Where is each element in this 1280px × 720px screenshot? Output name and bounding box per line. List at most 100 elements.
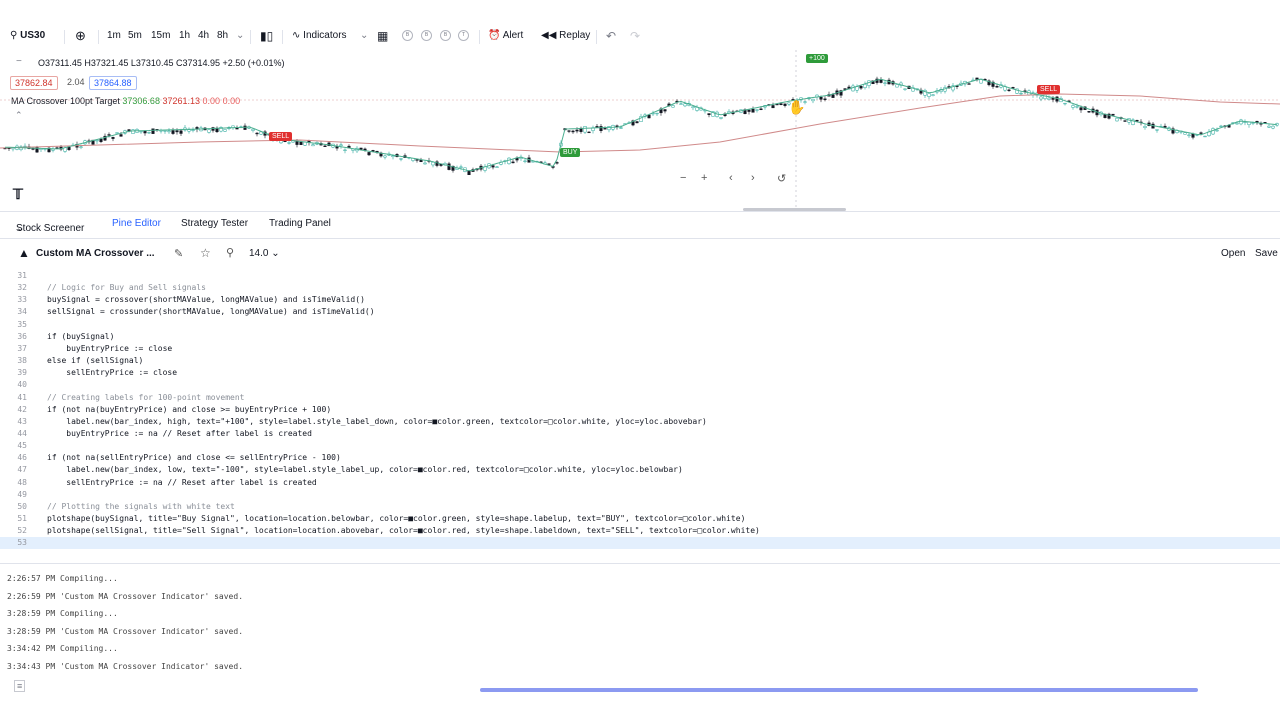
code-editor[interactable]: 31 32 // Logic for Buy and Sell signals 33 b… <box>0 266 1280 556</box>
candle-body <box>1267 125 1271 128</box>
console-toggle-icon[interactable]: ≡ <box>14 680 26 692</box>
code-line[interactable]: 37 buyEntryPrice := close <box>0 343 1280 355</box>
interval-1m[interactable]: 1m <box>107 24 121 48</box>
layout-grid-icon[interactable]: ▦ <box>377 24 388 48</box>
search-icon: ⚲ <box>10 30 18 41</box>
line-number: 53 <box>17 538 27 548</box>
code-line[interactable]: 36 if (buySignal) <box>0 331 1280 343</box>
candle-body <box>371 150 375 152</box>
line-number: 34 <box>17 307 27 317</box>
price-chart[interactable]: − O37311.45 H37321.45 L37310.45 C37314.9… <box>0 50 1280 210</box>
candle-body <box>1219 125 1223 128</box>
code-line[interactable]: 51 plotshape(buySignal, title="Buy Signal… <box>0 513 1280 525</box>
code-line[interactable]: 47 label.new(bar_index, low, text="-100"… <box>0 464 1280 476</box>
code-line[interactable]: 43 label.new(bar_index, high, text="+100… <box>0 416 1280 428</box>
interval-8h[interactable]: 8h <box>217 24 228 48</box>
candle-body <box>179 130 183 134</box>
candle-body <box>707 113 711 115</box>
candle-body <box>927 93 931 97</box>
line-number: 39 <box>17 368 27 378</box>
code-line[interactable]: 35 <box>0 319 1280 331</box>
code-line[interactable]: 50 // Plotting the signals with white tex… <box>0 501 1280 513</box>
line-number: 33 <box>17 295 27 305</box>
code-text: // Plotting the signals with white text <box>47 501 235 511</box>
template-badge[interactable]: T <box>458 24 469 48</box>
symbol-search[interactable]: ⚲ US30 <box>10 24 45 48</box>
sell-signal-label: SELL <box>269 132 293 141</box>
candle-body <box>883 82 887 84</box>
candle-body <box>419 159 423 163</box>
candle-body <box>423 162 427 165</box>
code-line[interactable]: 42 if (not na(buyEntryPrice) and close >=… <box>0 404 1280 416</box>
code-line[interactable]: 31 <box>0 270 1280 282</box>
add-symbol-icon[interactable]: ⊕ <box>75 24 86 48</box>
code-line[interactable]: 49 <box>0 489 1280 501</box>
scroll-left-icon[interactable]: ‹ <box>729 172 733 184</box>
console-line: 2:26:59 PM 'Custom MA Crossover Indicato… <box>7 591 244 601</box>
divider <box>0 563 1280 564</box>
tradingview-logo[interactable]: 𝕋 <box>13 186 23 203</box>
code-line[interactable]: 53 <box>0 537 1280 550</box>
template-badge[interactable]: B <box>440 24 451 48</box>
candle-body <box>1187 134 1191 137</box>
tab-trading-panel[interactable]: Trading Panel <box>269 218 331 229</box>
indicators-button[interactable]: ∿ Indicators <box>292 24 347 48</box>
chevron-down-icon[interactable]: ⌄ <box>360 24 368 48</box>
scroll-right-icon[interactable]: › <box>751 172 755 184</box>
code-line[interactable]: 34 sellSignal = crossunder(shortMAValue, … <box>0 306 1280 318</box>
candle-body <box>599 126 603 132</box>
zoom-in-icon[interactable]: + <box>701 172 707 184</box>
candle-body <box>311 144 315 147</box>
code-line[interactable]: 41 // Creating labels for 100-point movem… <box>0 392 1280 404</box>
interval-15m[interactable]: 15m <box>151 24 170 48</box>
interval-4h[interactable]: 4h <box>198 24 209 48</box>
undo-icon[interactable]: ↶ <box>606 24 616 48</box>
chevron-down-icon[interactable]: ⌄ <box>236 24 244 48</box>
script-name-dropdown[interactable]: Custom MA Crossover ... <box>36 248 155 259</box>
pencil-icon[interactable]: ✎ <box>174 247 183 260</box>
candle-body <box>1019 92 1023 95</box>
candle-body <box>1063 102 1067 105</box>
candle-body <box>547 163 551 165</box>
template-badge[interactable]: B <box>402 24 413 48</box>
replay-button[interactable]: ◀◀ Replay <box>541 24 590 48</box>
code-line[interactable]: 52 plotshape(sellSignal, title="Sell Sign… <box>0 525 1280 537</box>
zoom-out-icon[interactable]: − <box>680 172 686 184</box>
candle-body <box>583 126 587 133</box>
short-ma-line <box>4 78 1278 172</box>
divider <box>64 30 65 44</box>
version-dropdown[interactable]: 14.0 ⌄ <box>249 248 280 259</box>
code-line[interactable]: 44 buyEntryPrice := na // Reset after la… <box>0 428 1280 440</box>
redo-icon[interactable]: ↷ <box>630 24 640 48</box>
star-icon[interactable]: ☆ <box>200 246 211 260</box>
code-line[interactable]: 48 sellEntryPrice := na // Reset after l… <box>0 477 1280 489</box>
code-line[interactable]: 39 sellEntryPrice := close <box>0 367 1280 379</box>
candle-body <box>223 129 227 132</box>
tab-strategy-tester[interactable]: Strategy Tester <box>181 218 248 229</box>
template-badge[interactable]: B <box>421 24 432 48</box>
open-button[interactable]: Open <box>1221 248 1245 259</box>
reset-chart-icon[interactable]: ↺ <box>777 172 786 185</box>
candle-body <box>1191 133 1195 138</box>
tab-pine-editor[interactable]: Pine Editor <box>112 218 161 229</box>
candle-type-icon[interactable]: ▮▯ <box>260 24 273 48</box>
candle-body <box>567 130 571 132</box>
code-line[interactable]: 32 // Logic for Buy and Sell signals <box>0 282 1280 294</box>
divider <box>0 238 1280 239</box>
candle-body <box>95 139 99 142</box>
interval-5m[interactable]: 5m <box>128 24 142 48</box>
code-line[interactable]: 45 <box>0 440 1280 452</box>
save-button[interactable]: Save <box>1255 248 1278 259</box>
code-line[interactable]: 33 buySignal = crossover(shortMAValue, lo… <box>0 294 1280 306</box>
line-number: 42 <box>17 404 27 414</box>
interval-1h[interactable]: 1h <box>179 24 190 48</box>
candle-body <box>283 140 287 142</box>
pane-divider[interactable] <box>0 211 1280 212</box>
code-line[interactable]: 40 <box>0 379 1280 391</box>
candle-body <box>167 130 171 133</box>
code-line[interactable]: 38 else if (sellSignal) <box>0 355 1280 367</box>
candle-body <box>595 126 599 128</box>
alert-button[interactable]: ⏰ Alert <box>488 24 523 48</box>
code-line[interactable]: 46 if (not na(sellEntryPrice) and close <… <box>0 452 1280 464</box>
search-icon[interactable]: ⚲ <box>226 246 234 259</box>
